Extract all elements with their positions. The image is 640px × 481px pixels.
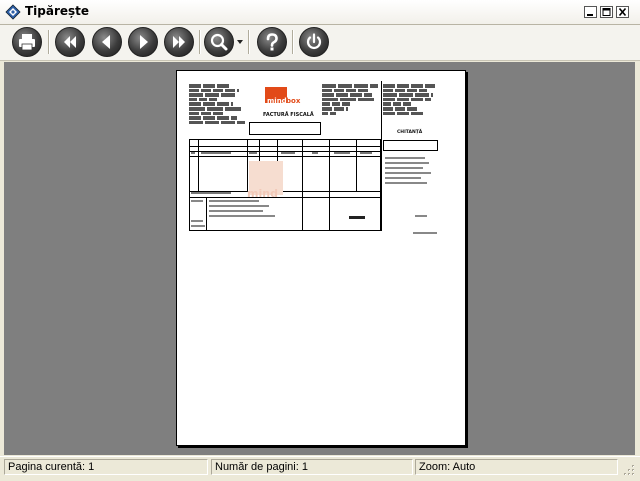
document-page: mind box FACTURĂ FISCALĂ CHITANȚĂ mind: [176, 70, 466, 446]
previous-page-icon: [102, 35, 110, 49]
toolbar-separator: [199, 30, 201, 54]
maximize-button[interactable]: [600, 6, 613, 18]
close-button[interactable]: [616, 6, 629, 18]
logo-watermark: mind: [243, 161, 313, 205]
zoom-panel: Zoom: Auto: [415, 459, 618, 475]
supplier-block: [189, 83, 249, 125]
print-button[interactable]: [12, 27, 42, 57]
invoice-title: FACTURĂ FISCALĂ: [263, 112, 314, 118]
zoom-dropdown-arrow-icon[interactable]: [237, 40, 243, 44]
first-page-button[interactable]: [55, 27, 85, 57]
toolbar-separator: [248, 30, 250, 54]
last-page-button[interactable]: [164, 27, 194, 57]
title-bar[interactable]: Tipărește: [0, 0, 640, 25]
help-icon: [266, 33, 278, 51]
receipt-title: CHITANȚĂ: [397, 130, 423, 135]
last-page-icon: [173, 36, 185, 48]
next-page-button[interactable]: [128, 27, 158, 57]
invoice-number-box: [249, 122, 321, 135]
status-bar: Pagina curentă: 1 Număr de pagini: 1 Zoo…: [0, 456, 640, 481]
toolbar-separator: [292, 30, 294, 54]
minimize-button[interactable]: [584, 6, 597, 18]
close-preview-button[interactable]: [299, 27, 329, 57]
current-page-value: 1: [88, 461, 95, 473]
next-page-icon: [140, 35, 148, 49]
printer-icon: [19, 34, 35, 51]
zoom-button[interactable]: [204, 27, 234, 57]
close-icon: [618, 7, 627, 17]
resize-grip-icon[interactable]: [622, 463, 636, 477]
zoom-icon: [210, 33, 228, 51]
previous-page-button[interactable]: [92, 27, 122, 57]
help-button[interactable]: [257, 27, 287, 57]
minimize-icon: [587, 14, 593, 16]
page-count-value: 1: [301, 461, 308, 473]
receipt-supplier-block: [383, 83, 439, 116]
zoom-value: Auto: [452, 461, 476, 473]
preview-area[interactable]: mind box FACTURĂ FISCALĂ CHITANȚĂ mind: [4, 62, 635, 455]
first-page-icon: [64, 36, 76, 48]
power-icon: [306, 33, 322, 49]
receipt-number-box: [383, 140, 438, 151]
window-title: Tipărește: [25, 4, 90, 18]
toolbar-separator: [48, 30, 50, 54]
toolbar: [0, 25, 640, 61]
maximize-icon: [602, 8, 611, 16]
print-preview-window: Tipărește mind box FACTURĂ FISCALĂ CHITA…: [0, 0, 640, 481]
client-block: [322, 83, 380, 116]
app-icon: [5, 4, 21, 20]
current-page-panel: Pagina curentă: 1: [4, 459, 208, 475]
company-logo: mind box: [265, 87, 309, 111]
page-count-panel: Număr de pagini: 1: [211, 459, 413, 475]
